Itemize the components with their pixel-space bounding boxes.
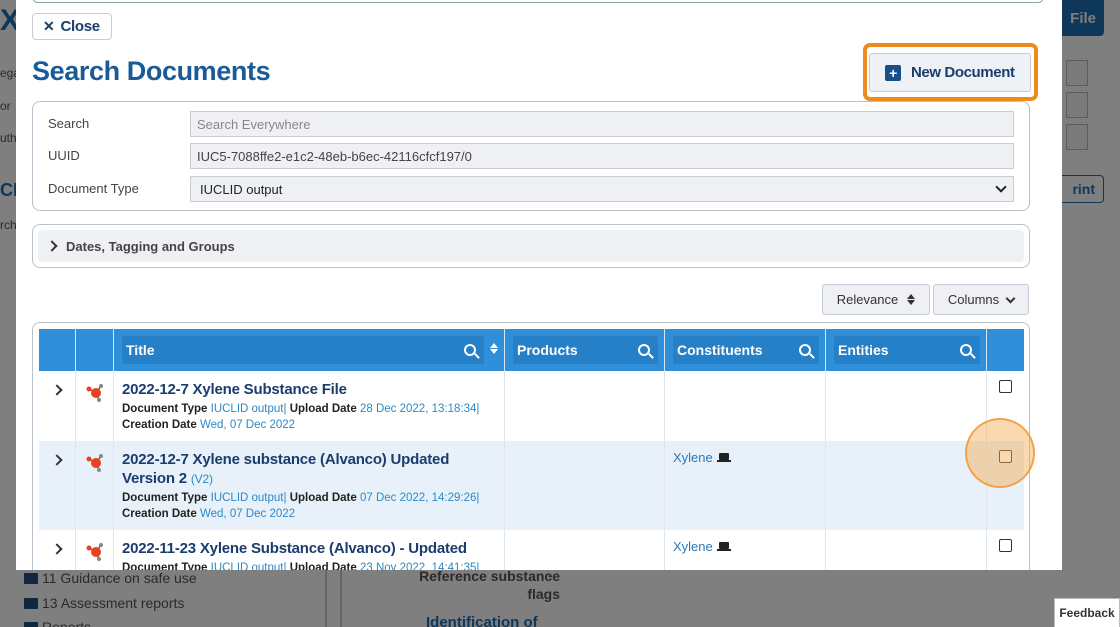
row-select-checkbox[interactable] — [999, 539, 1012, 552]
constituent-link[interactable]: Xylene — [673, 539, 731, 554]
columns-button[interactable]: Columns — [933, 284, 1029, 315]
header-entities[interactable]: Entities — [826, 329, 987, 371]
table-row[interactable]: 2022-12-7 Xylene substance (Alvanco) Upd… — [39, 441, 1024, 530]
laptop-icon — [716, 541, 731, 552]
header-select-col — [987, 329, 1024, 371]
entities-cell — [826, 371, 987, 441]
document-meta: Document Type IUCLID output| Upload Date… — [122, 492, 480, 504]
close-label: Close — [60, 18, 100, 35]
click-indicator — [965, 418, 1035, 488]
header-products-label: Products — [517, 342, 578, 358]
table-row[interactable]: 2022-11-23 Xylene Substance (Alvanco) - … — [39, 530, 1024, 570]
columns-label: Columns — [947, 292, 1000, 307]
document-meta: Document Type IUCLID output| Upload Date… — [122, 403, 480, 415]
feedback-button[interactable]: Feedback — [1054, 598, 1120, 627]
table-header: Title Products Constituents Entities — [39, 329, 1024, 371]
chevron-right-icon — [46, 240, 58, 252]
table-row[interactable]: 2022-12-7 Xylene Substance File Document… — [39, 371, 1024, 441]
expand-row-icon[interactable] — [51, 384, 63, 396]
document-meta: Document Type IUCLID output| Upload Date… — [122, 562, 480, 570]
uuid-label: UUID — [48, 148, 80, 163]
header-constituents-label: Constituents — [677, 342, 763, 358]
sort-icon — [907, 294, 916, 305]
entities-cell — [826, 530, 987, 570]
document-title-link[interactable]: 2022-12-7 Xylene substance (Alvanco) Upd… — [122, 450, 492, 489]
dates-label: Dates, Tagging and Groups — [66, 238, 235, 254]
products-cell — [505, 530, 665, 570]
uuid-input[interactable] — [190, 143, 1014, 169]
document-creation: Creation Date Wed, 07 Dec 2022 — [122, 419, 296, 431]
row-select-checkbox[interactable] — [999, 380, 1012, 393]
document-title-link[interactable]: 2022-11-23 Xylene Substance (Alvanco) - … — [122, 539, 492, 558]
dates-tagging-groups-panel: Dates, Tagging and Groups — [32, 224, 1030, 268]
sort-relevance-button[interactable]: Relevance — [822, 284, 930, 315]
close-icon: ✕ — [43, 18, 55, 34]
doctype-value: IUCLID output — [200, 181, 283, 197]
header-icon-col — [76, 329, 114, 371]
sort-icon[interactable] — [490, 343, 498, 354]
search-icon[interactable] — [464, 344, 476, 356]
header-products[interactable]: Products — [505, 329, 665, 371]
header-title-label: Title — [126, 342, 155, 358]
document-title-link[interactable]: 2022-12-7 Xylene Substance File — [122, 380, 492, 399]
search-documents-modal: ✕ Close Search Documents + New Document … — [16, 0, 1062, 570]
constituents-cell — [665, 371, 826, 441]
chevron-down-icon — [1005, 293, 1016, 303]
new-document-label: New Document — [911, 64, 1015, 81]
document-creation: Creation Date Wed, 07 Dec 2022 — [122, 508, 296, 520]
version-badge: (V2) — [190, 472, 213, 486]
new-document-button[interactable]: + New Document — [869, 53, 1031, 92]
doctype-row: Document Type IUCLID output — [33, 176, 1029, 202]
sort-label: Relevance — [836, 292, 899, 307]
header-expand-col — [39, 329, 76, 371]
doctype-label: Document Type — [48, 181, 139, 196]
constituent-link[interactable]: Xylene — [673, 450, 731, 465]
molecule-icon — [86, 543, 103, 561]
top-frame — [32, 0, 1044, 3]
search-row: Search — [33, 111, 1029, 137]
search-input[interactable] — [190, 111, 1014, 137]
search-icon[interactable] — [638, 344, 650, 356]
doctype-select[interactable]: IUCLID output — [190, 176, 1014, 202]
dates-tagging-groups-toggle[interactable]: Dates, Tagging and Groups — [38, 230, 1024, 262]
search-label: Search — [48, 116, 90, 131]
chevron-down-icon — [995, 181, 1007, 193]
header-title[interactable]: Title — [114, 329, 505, 371]
laptop-icon — [716, 452, 731, 463]
products-cell — [505, 371, 665, 441]
expand-row-icon[interactable] — [51, 543, 63, 555]
header-entities-label: Entities — [838, 342, 889, 358]
molecule-icon — [86, 384, 103, 402]
plus-icon: + — [885, 64, 901, 81]
close-button[interactable]: ✕ Close — [32, 13, 112, 40]
molecule-icon — [86, 454, 103, 472]
search-icon[interactable] — [960, 344, 972, 356]
uuid-row: UUID — [33, 143, 1029, 169]
page-title: Search Documents — [32, 56, 271, 86]
header-constituents[interactable]: Constituents — [665, 329, 826, 371]
search-form: Search UUID Document Type IUCLID output — [32, 101, 1030, 211]
entities-cell — [826, 441, 987, 530]
expand-row-icon[interactable] — [51, 454, 63, 466]
products-cell — [505, 441, 665, 530]
results-table: Title Products Constituents Entities 202… — [32, 322, 1030, 570]
search-icon[interactable] — [799, 344, 811, 356]
